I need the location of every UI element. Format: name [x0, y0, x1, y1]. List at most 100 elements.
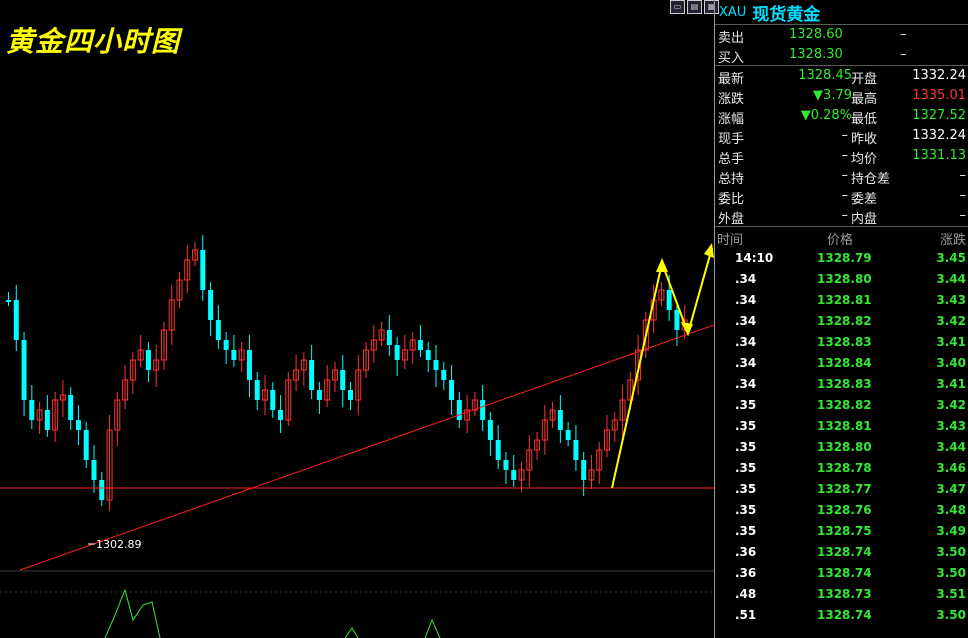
candle-body	[557, 410, 563, 430]
ticks-time-header: 时间	[717, 233, 744, 248]
tick-price: 1328.73	[817, 587, 872, 601]
stat-label: 外盘	[718, 212, 745, 227]
tick-price: 1328.82	[817, 398, 872, 412]
tick-row: 14:10 1328.79 3.45	[715, 247, 968, 268]
tick-price: 1328.78	[817, 461, 872, 475]
buy-extra: –	[900, 47, 907, 62]
tick-change: 3.40	[936, 356, 966, 370]
stat-label: 委比	[718, 192, 745, 207]
ticks-change-header: 涨跌	[939, 233, 966, 248]
quote-row: 现手 – 昨收 1332.24	[715, 126, 968, 147]
candle-body	[425, 350, 431, 360]
quote-row: 外盘 – 内盘 –	[715, 206, 968, 227]
stat-label: 最新	[718, 72, 745, 87]
stat-label: 昨收	[851, 132, 878, 147]
candle-body	[340, 370, 346, 390]
low-price-label: 1302.89	[96, 538, 142, 551]
indicator-line	[104, 588, 161, 638]
tick-time: .35	[735, 398, 757, 412]
candlestick-chart[interactable]: 黄金四小时图 1302.89	[0, 0, 714, 638]
tick-price: 1328.83	[817, 335, 872, 349]
tick-change: 3.42	[936, 314, 966, 328]
quote-stats: 最新 1328.45 开盘 1332.24 涨跌 ▼3.79 最高 1335.01 涨幅 ▼0.2…	[715, 66, 968, 227]
tick-time: .36	[735, 545, 757, 559]
candle-body	[231, 350, 237, 360]
candle-body	[270, 390, 276, 410]
candle-body	[417, 340, 423, 350]
restore-icon[interactable]: ▭	[670, 0, 685, 14]
tick-change: 3.51	[936, 587, 966, 601]
quote-panel: XAU 现货黄金 卖出 1328.60 – 买入 1328.30 – 最新 132…	[714, 0, 968, 638]
tick-row: .36 1328.74 3.50	[715, 541, 968, 562]
sell-value: 1328.60	[789, 27, 843, 42]
candle-body	[503, 460, 509, 470]
tick-price: 1328.77	[817, 482, 872, 496]
tick-price: 1328.84	[817, 356, 872, 370]
candle-body	[13, 300, 19, 340]
tick-change: 3.41	[936, 377, 966, 391]
tick-time: .34	[735, 377, 757, 391]
tick-change: 3.48	[936, 503, 966, 517]
tick-time: .35	[735, 524, 757, 538]
tick-time: .36	[735, 566, 757, 580]
tick-row: .35 1328.80 3.44	[715, 436, 968, 457]
tick-price: 1328.76	[817, 503, 872, 517]
tick-change: 3.46	[936, 461, 966, 475]
stat-label: 开盘	[851, 72, 878, 87]
candle-body	[394, 345, 400, 360]
candle-body	[200, 250, 206, 290]
tick-row: .35 1328.82 3.42	[715, 394, 968, 415]
sell-label: 卖出	[718, 31, 745, 46]
tick-change: 3.50	[936, 545, 966, 559]
symbol-name: 现货黄金	[752, 4, 821, 25]
tick-time: .51	[735, 608, 757, 622]
tick-price: 1328.80	[817, 272, 872, 286]
tile-icon[interactable]: ▤	[687, 0, 702, 14]
tick-row: .34 1328.83 3.41	[715, 331, 968, 352]
indicator-line	[424, 618, 441, 638]
stat-value: –	[841, 208, 849, 223]
quote-row: 涨幅 ▼0.28% 最低 1327.52	[715, 106, 968, 127]
quote-row: 最新 1328.45 开盘 1332.24	[715, 66, 968, 87]
tick-price: 1328.79	[817, 251, 872, 265]
stat-label: 涨跌	[718, 92, 745, 107]
quote-row: 委比 – 委差 –	[715, 186, 968, 207]
quote-row: 涨跌 ▼3.79 最高 1335.01	[715, 86, 968, 107]
sell-row: 卖出 1328.60 –	[715, 25, 968, 46]
tick-row: .34 1328.84 3.40	[715, 352, 968, 373]
candle-body	[254, 380, 260, 400]
tick-time: .35	[735, 503, 757, 517]
quote-row: 总持 – 持仓差 –	[715, 166, 968, 187]
candle-body	[495, 440, 501, 460]
candle-body	[565, 430, 571, 440]
indicator-line	[344, 627, 359, 638]
tick-change: 3.45	[936, 251, 966, 265]
tick-row: .48 1328.73 3.51	[715, 583, 968, 604]
candle-body	[511, 470, 517, 480]
candle-body	[83, 430, 89, 460]
stat-label: 现手	[718, 132, 745, 147]
stat-label: 总持	[718, 172, 745, 187]
arrow-head-icon	[656, 258, 668, 272]
quote-header: XAU 现货黄金	[715, 0, 968, 25]
tick-row: .35 1328.78 3.46	[715, 457, 968, 478]
stat-label: 均价	[851, 152, 878, 167]
candle-body	[208, 290, 214, 320]
stat-value: –	[841, 128, 849, 143]
stat-label: 最低	[851, 112, 878, 127]
candle-body	[449, 380, 455, 400]
arrow-head-icon	[704, 243, 714, 258]
tick-change: 3.49	[936, 524, 966, 538]
stat-value: –	[959, 208, 967, 223]
tick-change: 3.50	[936, 608, 966, 622]
tick-row: .35 1328.77 3.47	[715, 478, 968, 499]
candle-body	[480, 400, 486, 420]
sell-extra: –	[900, 27, 907, 42]
tick-row: .35 1328.81 3.43	[715, 415, 968, 436]
candle-body	[91, 460, 97, 480]
tick-list[interactable]: 14:10 1328.79 3.45 .34 1328.80 3.44 .34 1328.81…	[715, 247, 968, 625]
ticks-header: 时间 价格 涨跌	[715, 226, 968, 248]
tick-row: .36 1328.74 3.50	[715, 562, 968, 583]
stat-label: 涨幅	[718, 112, 745, 127]
tick-time: .34	[735, 314, 757, 328]
